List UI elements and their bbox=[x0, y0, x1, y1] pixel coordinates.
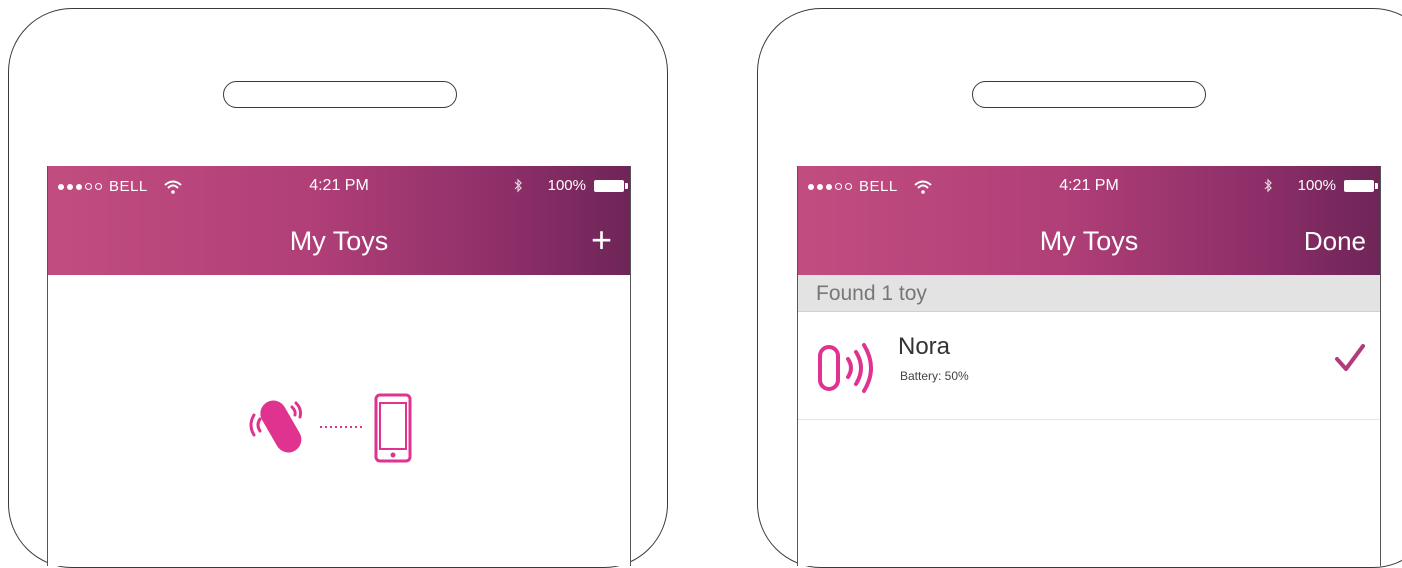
phone-icon bbox=[374, 393, 412, 463]
status-bar: BELL 4:21 PM 100% bbox=[798, 166, 1380, 206]
toy-list: Found 1 toy Nora Battery: 50% bbox=[798, 275, 1380, 566]
phone-frame-right: BELL 4:21 PM 100% My Toys Done Found 1 t… bbox=[757, 8, 1402, 568]
done-button[interactable]: Done bbox=[1304, 226, 1366, 257]
page-title: My Toys bbox=[1039, 226, 1139, 256]
status-right: 100% bbox=[1264, 177, 1378, 194]
battery-percent: 100% bbox=[1297, 177, 1336, 194]
battery-icon bbox=[1344, 179, 1378, 192]
screen-my-toys-empty: BELL 4:21 PM 100% My Toys + bbox=[47, 166, 631, 566]
nav-bar: BELL 4:21 PM 100% My Toys Done bbox=[798, 166, 1380, 275]
screen-my-toys-found: BELL 4:21 PM 100% My Toys Done Found 1 t… bbox=[797, 166, 1381, 566]
add-toy-button[interactable]: + bbox=[591, 222, 612, 258]
toy-battery: Battery: 50% bbox=[900, 369, 969, 383]
bluetooth-icon bbox=[514, 178, 522, 193]
empty-state bbox=[48, 275, 630, 566]
pairing-illustration bbox=[249, 393, 412, 463]
phone-frame-left: BELL 4:21 PM 100% My Toys + bbox=[8, 8, 668, 568]
checkmark-icon bbox=[1335, 344, 1365, 371]
bluetooth-icon bbox=[1264, 178, 1272, 193]
speaker-slot bbox=[972, 81, 1206, 108]
section-header: Found 1 toy bbox=[798, 275, 1380, 312]
battery-icon bbox=[594, 179, 628, 192]
bluetooth-toy-icon bbox=[818, 343, 873, 393]
status-bar: BELL 4:21 PM 100% bbox=[48, 166, 630, 206]
list-item[interactable]: Nora Battery: 50% bbox=[798, 313, 1380, 420]
status-right: 100% bbox=[514, 177, 628, 194]
vibrator-icon bbox=[249, 400, 302, 453]
speaker-slot bbox=[223, 81, 457, 108]
nav-bar: BELL 4:21 PM 100% My Toys + bbox=[48, 166, 630, 275]
toy-name: Nora bbox=[898, 333, 951, 360]
page-title: My Toys bbox=[289, 226, 389, 256]
battery-percent: 100% bbox=[547, 177, 586, 194]
